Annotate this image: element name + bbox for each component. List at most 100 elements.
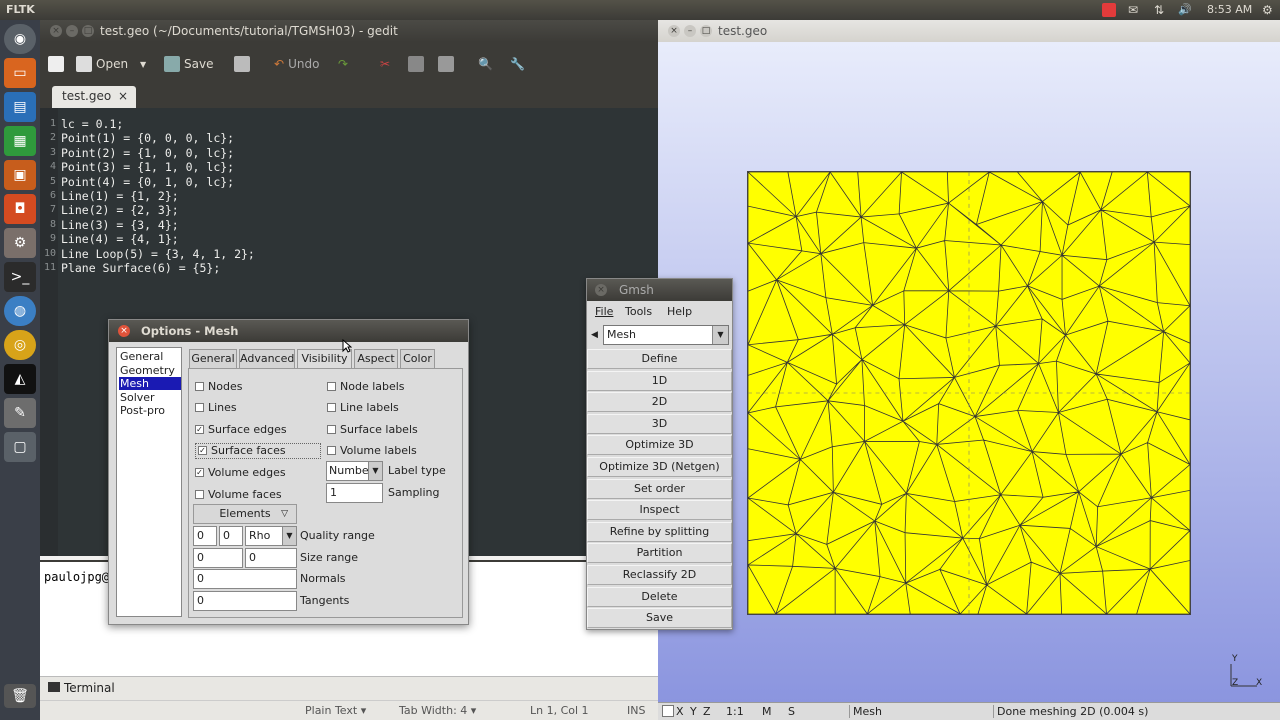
view-button-y[interactable]: Y — [690, 705, 697, 718]
undo-button[interactable]: ↶ Undo — [274, 54, 319, 74]
mesh-button-define[interactable]: Define — [587, 349, 732, 369]
mesh-button-partition[interactable]: Partition — [587, 543, 732, 564]
close-icon[interactable]: × — [595, 284, 607, 296]
open-button[interactable]: Open — [76, 54, 128, 74]
checkbox-volume-labels[interactable]: Volume labels — [327, 443, 417, 459]
view-button-s[interactable]: S — [788, 705, 795, 718]
system-settings-icon[interactable]: ⚙ — [4, 228, 36, 258]
menu-tools[interactable]: Tools — [625, 305, 652, 318]
files-icon[interactable]: ▭ — [4, 58, 36, 88]
mesh-button-inspect[interactable]: Inspect — [587, 500, 732, 521]
mail-icon[interactable]: ✉ — [1128, 3, 1144, 17]
mesh-button-refine-by-splitting[interactable]: Refine by splitting — [587, 521, 732, 542]
maximize-icon[interactable]: □ — [82, 25, 94, 37]
tangents-input[interactable]: 0 — [193, 591, 297, 611]
category-geometry[interactable]: Geometry — [119, 364, 181, 377]
menu-help[interactable]: Help — [667, 305, 692, 318]
elements-button[interactable]: Elements ▽ — [193, 504, 297, 524]
category-mesh[interactable]: Mesh — [119, 377, 181, 391]
close-icon[interactable]: × — [668, 25, 680, 37]
minimize-icon[interactable]: – — [66, 25, 78, 37]
tab-width-selector[interactable]: Tab Width: 4 ▾ — [399, 704, 476, 717]
gedit-icon[interactable]: ✎ — [4, 398, 36, 428]
terminal-icon[interactable]: >_ — [4, 262, 36, 292]
menu-file[interactable]: File — [595, 305, 613, 318]
close-icon[interactable]: × — [50, 25, 62, 37]
mesh-button-3d[interactable]: 3D — [587, 413, 732, 434]
tab-advanced[interactable]: Advanced — [239, 349, 295, 368]
maximize-icon[interactable]: □ — [700, 25, 712, 37]
mesh-button-optimize-3d[interactable]: Optimize 3D — [587, 435, 732, 456]
sampling-input[interactable]: 1 — [326, 483, 383, 503]
new-button[interactable] — [48, 54, 64, 74]
mesh-button-optimize-3d-netgen[interactable]: Optimize 3D (Netgen) — [587, 457, 732, 477]
quality-min-input[interactable]: 0 — [193, 526, 217, 546]
print-button[interactable] — [234, 54, 250, 74]
replace-icon[interactable]: 🔧 — [510, 54, 525, 74]
size-min-input[interactable]: 0 — [193, 548, 243, 568]
search-icon[interactable]: 🔍 — [478, 54, 493, 74]
checkbox-nodes[interactable]: Nodes — [195, 378, 242, 394]
mesh-button-2d[interactable]: 2D — [587, 392, 732, 413]
indicator-icon[interactable] — [1102, 3, 1116, 17]
quality-type-select[interactable]: Rho ▼ — [245, 526, 297, 546]
mesh-button-save[interactable]: Save — [587, 608, 732, 629]
calc-icon[interactable]: ▦ — [4, 126, 36, 156]
back-arrow-icon[interactable]: ◀ — [591, 325, 601, 345]
dash-icon[interactable]: ◉ — [4, 24, 36, 54]
settings-icon[interactable]: ⚙ — [1262, 3, 1273, 17]
workspace-icon[interactable]: ▢ — [4, 432, 36, 462]
tab-test-geo[interactable]: test.geo × — [52, 86, 136, 108]
tab-close-icon[interactable]: × — [118, 89, 128, 103]
clock[interactable]: 8:53 AM — [1207, 3, 1252, 17]
tab-aspect[interactable]: Aspect — [354, 349, 398, 368]
label-type-select[interactable]: Numbe ▼ — [326, 461, 383, 481]
mesh-button-reclassify-2d[interactable]: Reclassify 2D — [587, 565, 732, 585]
trash-icon[interactable]: 🗑 — [4, 684, 36, 708]
view-button-x[interactable]: X — [676, 705, 684, 718]
checkbox-node-labels[interactable]: Node labels — [327, 378, 405, 394]
redo-icon[interactable]: ↷ — [338, 54, 348, 74]
mesh-button-1d[interactable]: 1D — [587, 370, 732, 391]
volume-icon[interactable]: 🔊 — [1178, 3, 1192, 17]
category-general[interactable]: General — [119, 350, 181, 363]
normals-input[interactable]: 0 — [193, 569, 297, 589]
gmsh-canvas[interactable]: Y Z X — [658, 42, 1280, 702]
language-selector[interactable]: Plain Text ▾ — [305, 704, 366, 717]
size-max-input[interactable]: 0 — [245, 548, 297, 568]
save-button[interactable]: Save — [164, 54, 213, 74]
terminal-tab[interactable]: Terminal — [64, 681, 115, 695]
quality-max-input[interactable]: 0 — [219, 526, 243, 546]
chrome-icon[interactable]: ◎ — [4, 330, 36, 360]
category-post-pro[interactable]: Post-pro — [119, 404, 181, 417]
copy-button[interactable] — [408, 54, 424, 74]
paste-button[interactable] — [438, 54, 454, 74]
writer-icon[interactable]: ▤ — [4, 92, 36, 122]
tab-color[interactable]: Color — [400, 349, 435, 368]
checkbox-line-labels[interactable]: Line labels — [327, 400, 399, 416]
open-recent-chevron-icon[interactable]: ▼ — [140, 54, 146, 74]
checkbox-surface-labels[interactable]: Surface labels — [327, 421, 418, 437]
view-button-m[interactable]: M — [762, 705, 772, 718]
checkbox-volume-faces[interactable]: Volume faces — [195, 486, 282, 502]
mesh-button-delete[interactable]: Delete — [587, 586, 732, 607]
impress-icon[interactable]: ▣ — [4, 160, 36, 190]
view-button-1-1[interactable]: 1:1 — [726, 705, 744, 718]
status-toggle-icon[interactable] — [662, 705, 674, 717]
mesh-button-set-order[interactable]: Set order — [587, 478, 732, 499]
software-center-icon[interactable]: ◘ — [4, 194, 36, 224]
checkbox-volume-edges[interactable]: ✓ Volume edges — [195, 464, 286, 480]
module-select[interactable]: Mesh ▼ — [603, 325, 729, 345]
close-icon[interactable]: × — [118, 325, 130, 337]
checkbox-lines[interactable]: Lines — [195, 400, 237, 416]
gmsh-icon[interactable]: ◭ — [4, 364, 36, 394]
minimize-icon[interactable]: – — [684, 25, 696, 37]
view-button-z[interactable]: Z — [703, 705, 711, 718]
tab-general[interactable]: General — [189, 349, 237, 368]
checkbox-surface-edges[interactable]: ✓ Surface edges — [195, 421, 287, 437]
browser-icon[interactable]: ◍ — [4, 296, 36, 326]
checkbox-surface-faces[interactable]: ✓ Surface faces — [195, 442, 321, 459]
category-solver[interactable]: Solver — [119, 391, 181, 404]
network-icon[interactable]: ⇅ — [1154, 3, 1168, 17]
cut-icon[interactable]: ✂ — [380, 54, 390, 74]
